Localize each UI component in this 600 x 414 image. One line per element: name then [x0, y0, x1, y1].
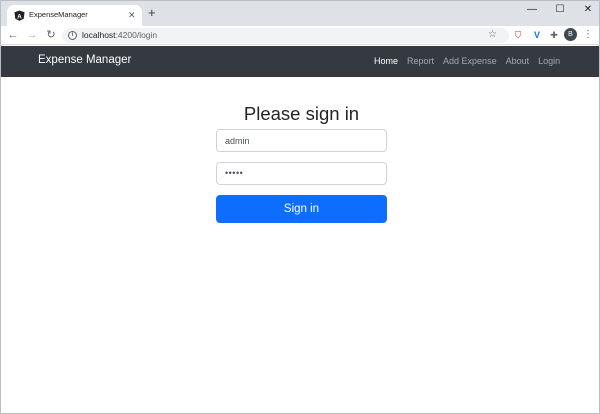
bookmark-star-icon[interactable]: ☆: [488, 29, 497, 41]
url-path: :4200/login: [115, 30, 158, 40]
v-extension-icon[interactable]: V: [531, 29, 543, 41]
signin-form: Please sign in ••••• Sign in: [216, 103, 387, 223]
profile-avatar[interactable]: B: [564, 28, 577, 41]
username-field[interactable]: [216, 129, 387, 152]
angular-logo-icon: A: [14, 10, 25, 21]
password-field[interactable]: •••••: [216, 162, 387, 185]
site-info-icon[interactable]: i: [68, 31, 77, 40]
minimize-icon[interactable]: —: [521, 3, 543, 17]
back-arrow-icon[interactable]: ←: [6, 28, 20, 42]
forward-arrow-icon[interactable]: →: [25, 28, 39, 42]
browser-window: A ExpenseManager ✕ + — ☐ ✕ ← → ↻ i local…: [0, 0, 600, 414]
reload-icon[interactable]: ↻: [44, 28, 58, 42]
address-bar[interactable]: i localhost:4200/login ☆: [62, 28, 509, 43]
extensions-puzzle-icon[interactable]: ✚: [548, 29, 560, 41]
svg-text:A: A: [17, 13, 22, 20]
tab-title: ExpenseManager: [29, 10, 88, 19]
maximize-icon[interactable]: ☐: [549, 3, 571, 17]
close-tab-icon[interactable]: ✕: [128, 9, 136, 21]
nav-link-report[interactable]: Report: [407, 56, 434, 66]
app-navbar: Expense Manager Home Report Add Expense …: [1, 46, 599, 77]
browser-toolbar: ← → ↻ i localhost:4200/login ☆ ⛉ V ✚ B ⋮: [1, 26, 599, 45]
nav-link-login[interactable]: Login: [538, 56, 560, 66]
tab-strip: A ExpenseManager ✕ + — ☐ ✕: [1, 1, 599, 26]
signin-button[interactable]: Sign in: [216, 195, 387, 223]
nav-link-about[interactable]: About: [506, 56, 530, 66]
kebab-menu-icon[interactable]: ⋮: [583, 29, 593, 41]
window-close-icon[interactable]: ✕: [577, 3, 599, 17]
page-title: Please sign in: [243, 103, 360, 124]
new-tab-icon[interactable]: +: [148, 6, 156, 20]
url-text[interactable]: localhost:4200/login: [82, 30, 157, 40]
nav-links: Home Report Add Expense About Login: [374, 56, 560, 66]
url-host: localhost: [82, 30, 116, 40]
shield-extension-icon[interactable]: ⛉: [512, 29, 524, 41]
navbar-brand[interactable]: Expense Manager: [38, 54, 131, 66]
nav-link-add-expense[interactable]: Add Expense: [443, 56, 497, 66]
nav-link-home[interactable]: Home: [374, 56, 398, 66]
browser-tab[interactable]: A ExpenseManager ✕: [7, 5, 142, 26]
